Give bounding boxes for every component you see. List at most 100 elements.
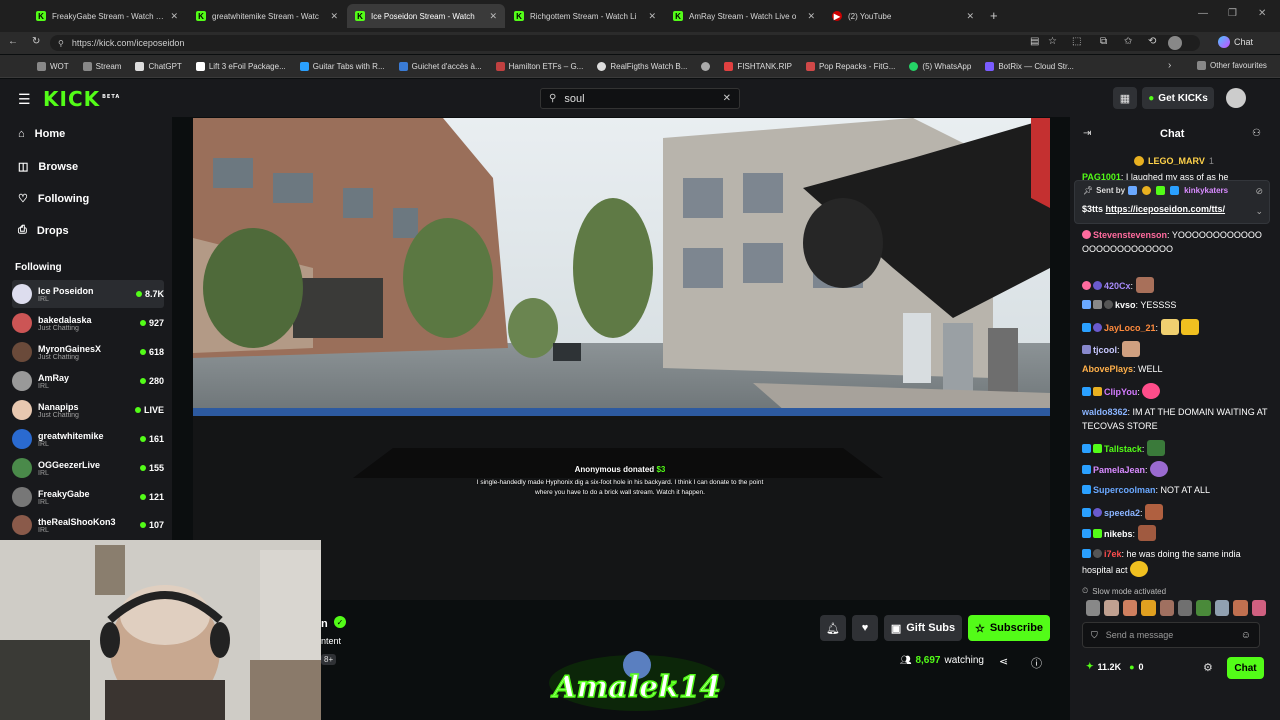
chat-emote[interactable]: [1251, 600, 1267, 616]
gift-subs-button[interactable]: ▣ Gift Subs: [884, 615, 962, 641]
close-tab-icon[interactable]: ✕: [807, 11, 815, 22]
url-text: https://kick.com/iceposeidon: [71, 38, 185, 48]
browser-tab[interactable]: KFreakyGabe Stream - Watch Live o✕: [28, 4, 186, 28]
history-icon[interactable]: ⟲: [1148, 36, 1156, 47]
browser-tab[interactable]: K Richgottem Stream - Watch Li ✕: [506, 4, 664, 28]
nav-drops[interactable]: ⎙ Drops: [18, 224, 69, 237]
browser-tab[interactable]: ▶ (2) YouTube ✕: [824, 4, 982, 28]
profile-avatar[interactable]: [1168, 36, 1182, 50]
chat-emote[interactable]: [1086, 600, 1101, 616]
back-icon[interactable]: ←: [8, 36, 18, 47]
bookmark[interactable]: Lift 3 eFoil Package...: [189, 61, 293, 71]
bookmark[interactable]: Guichet d'accès à...: [392, 61, 489, 71]
bookmark[interactable]: FISHTANK.RIP: [717, 61, 799, 71]
reload-icon[interactable]: ↻: [32, 36, 40, 47]
bookmarks-overflow-icon[interactable]: ›: [1168, 60, 1171, 71]
minimize-icon[interactable]: —: [1198, 8, 1208, 19]
bookmark[interactable]: ChatGPT: [128, 61, 188, 71]
menu-icon[interactable]: ☰: [18, 91, 31, 108]
chat-emote[interactable]: [1104, 600, 1119, 616]
bookmark[interactable]: (5) WhatsApp: [902, 61, 978, 71]
browser-tab-active[interactable]: K Ice Poseidon Stream - Watch ✕: [347, 4, 505, 28]
send-chat-button[interactable]: Chat: [1227, 657, 1264, 679]
close-window-icon[interactable]: ✕: [1258, 8, 1266, 19]
search-input[interactable]: ⚲ soul ✕: [540, 88, 740, 109]
share-icon[interactable]: ⋖: [999, 655, 1008, 668]
viewers-icon: 👥︎: [900, 655, 912, 665]
amalek-logo-image: Amalek14: [549, 651, 725, 711]
user-avatar[interactable]: [1226, 88, 1246, 108]
split-screen-icon[interactable]: ⧉: [1100, 36, 1107, 47]
bookmark[interactable]: [694, 61, 717, 71]
close-tab-icon[interactable]: ✕: [170, 11, 178, 22]
subscribe-button[interactable]: ☆ Subscribe: [968, 615, 1050, 641]
youtube-favicon-icon: ▶: [832, 11, 842, 21]
chat-settings-gear-icon[interactable]: ⚙: [1203, 661, 1213, 674]
chat-message: Supercoolman: NOT AT ALL: [1082, 483, 1268, 497]
following-channel[interactable]: Nanapips Just Chatting LIVE: [12, 396, 164, 424]
site-info-icon[interactable]: ⚲: [58, 39, 64, 48]
close-tab-icon[interactable]: ✕: [489, 11, 497, 22]
chat-emote[interactable]: [1178, 600, 1193, 616]
notification-bell-button[interactable]: 🔔︎: [820, 615, 846, 641]
bookmark[interactable]: Hamilton ETFs – G...: [489, 61, 591, 71]
other-favourites[interactable]: Other favourites: [1190, 61, 1274, 70]
bookmark[interactable]: WOT: [30, 61, 76, 71]
following-channel[interactable]: OGGeezerLive IRL 155: [12, 454, 164, 482]
kick-logo[interactable]: KICK BETA: [43, 87, 120, 111]
following-channel[interactable]: FreakyGabe IRL 121: [12, 483, 164, 511]
nav-home[interactable]: ⌂ Home: [18, 128, 65, 140]
nav-browse[interactable]: ◫ Browse: [18, 160, 78, 174]
avatar: [12, 515, 32, 535]
chat-emote[interactable]: [1233, 600, 1248, 616]
following-channel[interactable]: theRealShooKon3 IRL 107: [12, 512, 164, 538]
following-channel[interactable]: Ice Poseidon IRL 8.7K: [12, 280, 164, 308]
maximize-icon[interactable]: ❐: [1228, 8, 1237, 19]
bookmark[interactable]: Pop Repacks - FitG...: [799, 61, 902, 71]
new-tab-icon[interactable]: +: [990, 8, 998, 23]
chat-emote[interactable]: [1122, 600, 1138, 616]
extensions-icon[interactable]: ⬚: [1072, 36, 1081, 47]
following-channel[interactable]: AmRay IRL 280: [12, 367, 164, 395]
bookmark[interactable]: RealFigths Watch B...: [590, 61, 694, 71]
following-channel[interactable]: greatwhitemike IRL 161: [12, 425, 164, 453]
emoji-icon[interactable]: ☺: [1241, 630, 1251, 641]
follow-heart-button[interactable]: ♥: [852, 615, 878, 641]
dashboard-icon[interactable]: ▦: [1113, 87, 1137, 109]
bookmark[interactable]: BotRix — Cloud Str...: [978, 61, 1081, 71]
address-bar[interactable]: ⚲ https://kick.com/iceposeidon: [50, 35, 1200, 51]
bookmark[interactable]: Guitar Tabs with R...: [293, 61, 392, 71]
expand-pinned-icon[interactable]: ⌄: [1255, 206, 1263, 217]
chat-message-input[interactable]: ⛉ Send a message ☺: [1082, 622, 1260, 648]
chat-emote[interactable]: [1196, 600, 1211, 616]
browser-tab[interactable]: K AmRay Stream - Watch Live o ✕: [665, 4, 823, 28]
chat-emote: [1122, 341, 1141, 357]
chat-message: Tallstack:: [1082, 440, 1268, 456]
chat-users-icon[interactable]: ⚇: [1252, 128, 1261, 139]
chat-emote[interactable]: [1214, 600, 1230, 616]
chat-emote[interactable]: [1159, 600, 1175, 616]
close-tab-icon[interactable]: ✕: [330, 11, 338, 22]
bookmark[interactable]: Stream: [76, 61, 129, 71]
browser-tab[interactable]: Kgreatwhitemike Stream - Watc ✕: [188, 4, 346, 28]
chat-message: AbovePlays: WELL: [1082, 364, 1163, 374]
collapse-chat-icon[interactable]: ⇥: [1083, 128, 1091, 139]
reader-icon[interactable]: ▤: [1030, 36, 1039, 47]
kicks-balance[interactable]: ✦ 11.2K ● 0: [1086, 661, 1144, 672]
badge-icon: [1082, 465, 1091, 474]
pinned-link[interactable]: https://iceposeidon.com/tts/: [1106, 204, 1226, 214]
chat-emote[interactable]: [1141, 600, 1156, 616]
following-channel[interactable]: MyronGainesX Just Chatting 618: [12, 338, 164, 366]
more-info-icon[interactable]: ⓘ: [1031, 655, 1042, 671]
video-player[interactable]: [193, 118, 1050, 600]
following-channel[interactable]: bakedalaska Just Chatting 927: [12, 309, 164, 337]
clear-search-icon[interactable]: ✕: [723, 93, 731, 104]
get-kicks-button[interactable]: ● Get KICKs: [1142, 87, 1214, 109]
close-tab-icon[interactable]: ✕: [648, 11, 656, 22]
nav-following[interactable]: ♡ Following: [18, 192, 89, 206]
favorites-icon[interactable]: ✩: [1124, 36, 1132, 47]
close-tab-icon[interactable]: ✕: [966, 11, 974, 22]
copilot-chat-button[interactable]: Chat: [1218, 36, 1253, 48]
favorite-star-icon[interactable]: ☆: [1048, 36, 1057, 47]
unpin-icon[interactable]: ⊘: [1255, 186, 1263, 197]
